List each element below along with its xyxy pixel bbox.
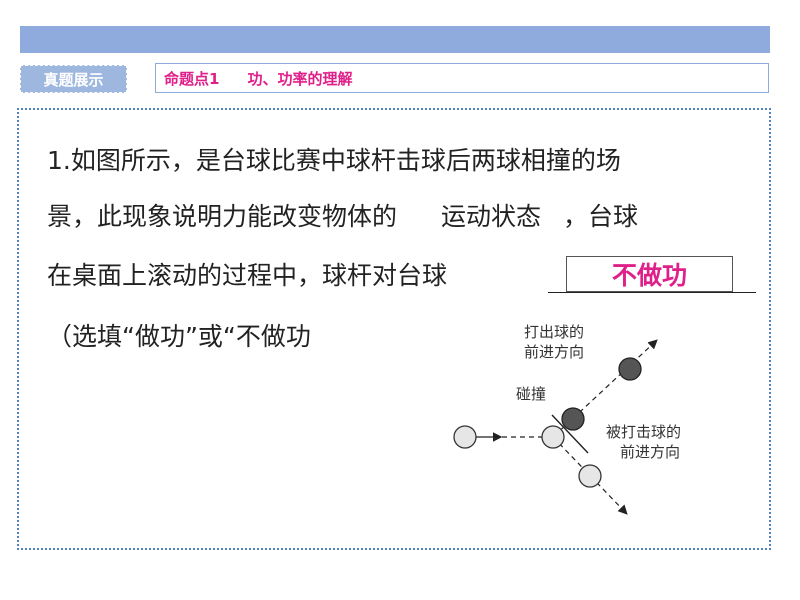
question-line-3: 在桌面上滚动的过程中，球杆对台球 — [47, 261, 448, 290]
billiard-collision-diagram: 打出球的 前进方向 碰撞 被打击球的 前进方向 — [453, 323, 681, 515]
answer-motion-state: 运动状态 — [441, 202, 542, 231]
cue-ball-collision — [541, 425, 565, 449]
question-line-2: 景，此现象说明力能改变物体的 运动状态 ，台球 — [47, 202, 638, 232]
topic-title: 功、功率的理解 — [247, 69, 353, 88]
answer-box: 不做功 — [566, 256, 733, 292]
header-bar — [20, 26, 770, 53]
cue-ball-start — [453, 425, 477, 449]
label-collision: 碰撞 — [516, 385, 546, 403]
label-struck-ball-1: 打出球的 — [524, 323, 584, 341]
topic-box: 命题点1 功、功率的理解 — [155, 63, 769, 93]
label-struck-ball-2: 前进方向 — [524, 343, 584, 361]
label-hit-ball-2: 前进方向 — [620, 443, 680, 461]
label-hit-ball-1: 被打击球的 — [606, 423, 681, 441]
object-ball-collision — [561, 407, 585, 431]
cue-ball-moving — [578, 464, 602, 488]
question-line-2-tail: ，台球 — [563, 202, 639, 231]
answer-blank-line — [548, 292, 756, 293]
object-ball-moving — [618, 357, 642, 381]
question-line-4: （选填“做功”或“不做功 — [47, 322, 311, 351]
section-tag: 真题展示 — [20, 65, 127, 93]
topic-label: 命题点1 — [164, 69, 220, 88]
question-line-1: 1.如图所示，是台球比赛中球杆击球后两球相撞的场 — [47, 146, 621, 175]
question-line-2-text: 景，此现象说明力能改变物体的 — [47, 202, 398, 231]
